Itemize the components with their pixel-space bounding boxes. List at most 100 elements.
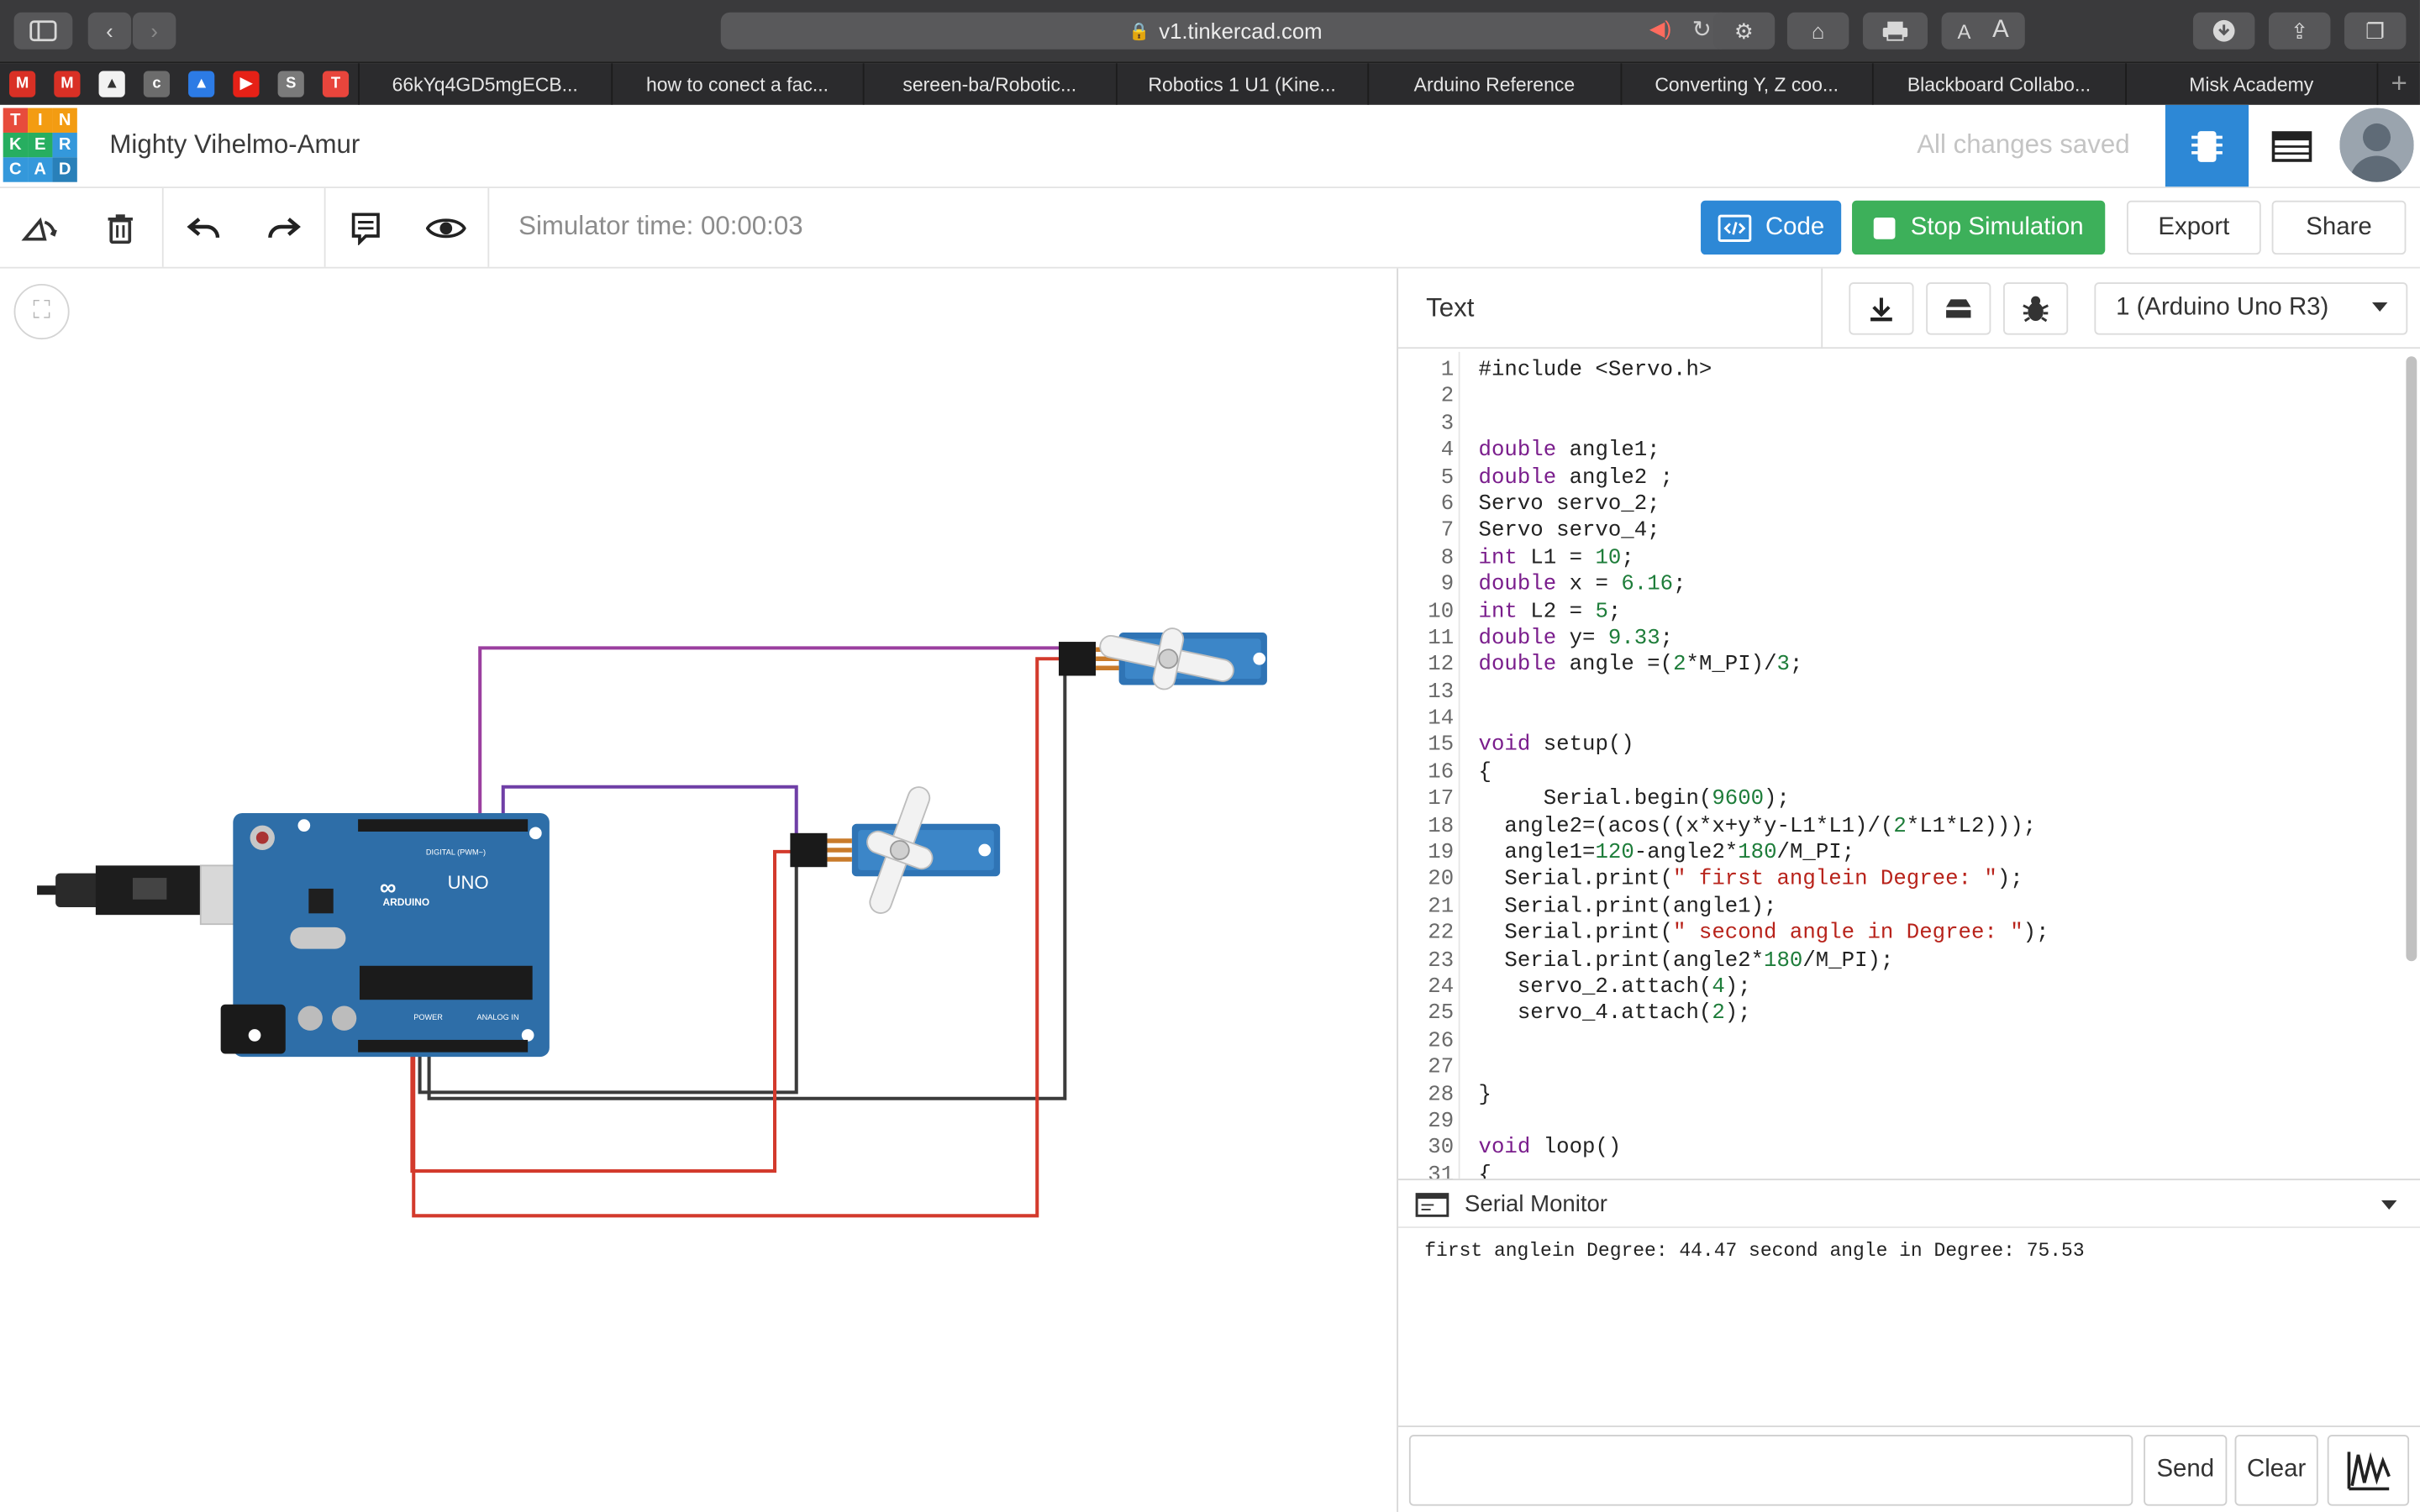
redo-icon[interactable] [244,188,324,267]
graph-toggle-button[interactable] [2327,1435,2410,1506]
table-icon [2271,130,2312,161]
line-number: 3 [1440,411,1455,437]
editor-toolbar: Simulator time: 00:00:03 Code Stop Simul… [0,188,2420,269]
share-page-icon[interactable]: ⇪ [2268,12,2331,50]
serial-input[interactable] [1408,1435,2133,1506]
home-icon[interactable]: ⌂ [1786,12,1849,50]
project-name[interactable]: Mighty Vihelmo-Amur [109,129,360,160]
editor-scrollbar[interactable] [2406,356,2417,962]
code-token: /M_PI); [1802,948,1894,974]
code-text: #include <Servo.h> [1479,358,1712,385]
browser-tab[interactable]: Robotics 1 U1 (Kine... [1115,63,1367,105]
circuit-view-button[interactable] [2165,104,2249,187]
send-button[interactable]: Send [2144,1435,2228,1506]
svg-text:ARDUINO: ARDUINO [383,896,430,908]
delete-icon[interactable] [81,188,161,267]
print-icon[interactable] [1862,12,1928,50]
share-button[interactable]: Share [2271,200,2407,255]
text-size-controls[interactable]: A A [1941,12,2025,50]
gmail-icon-2[interactable]: M [45,63,89,105]
mountain-icon[interactable]: ▲ [90,63,134,105]
stop-simulation-label: Stop Simulation [1910,213,2084,240]
rotate-icon[interactable] [0,188,81,267]
screen: ‹ › 🔒 v1.tinkercad.com ◀) ↻ ⚙ ⌂ A A ⇪ ❐ … [0,0,2420,1512]
code-editor-icon [1718,213,1752,242]
code-mode-selector[interactable]: Text [1426,293,1474,324]
code-token: ; [1660,626,1674,651]
browser-tab[interactable]: sereen-ba/Robotic... [862,63,1115,105]
code-token: angle2 ; [1556,465,1674,491]
code-token: servo_2.attach( [1478,974,1712,1000]
code-line: 4 double angle1; [1398,438,2409,465]
drive-icon[interactable]: ▲ [179,63,224,105]
wire-purple [478,646,1065,816]
code-token: ); [1724,1001,1751,1027]
logo-letter: T [3,108,29,133]
code-token: angle2=(acos((x*x+y*y-L1*L1)/( [1478,814,1894,839]
code-text: { [1479,760,1491,787]
download-code-icon[interactable] [1849,282,1914,335]
browser-tab[interactable]: how to conect a fac... [610,63,862,105]
logo-letter: N [52,108,77,133]
component-list-button[interactable] [2250,105,2333,186]
browser-tab[interactable]: Blackboard Collabo... [1871,63,2124,105]
browser-tab[interactable]: Converting Y, Z coo... [1619,63,1872,105]
notes-icon[interactable] [326,188,407,267]
collapse-serial-chevron-icon[interactable] [2381,1200,2397,1210]
code-token: ; [1789,653,1803,678]
new-tab-icon[interactable]: + [2376,63,2420,105]
code-token: 2 [1712,1001,1725,1027]
code-line: 19 angle1=120-angle2*180/M_PI; [1398,841,2409,868]
reload-icon[interactable]: ↻ [1692,15,1712,43]
tinkercad-logo[interactable]: TINKERCAD [3,108,77,182]
line-number: 4 [1440,438,1455,464]
code-line: 23 Serial.print(angle2*180/M_PI); [1398,948,2409,975]
visibility-icon[interactable] [406,188,487,267]
cisco-icon[interactable]: c [134,63,179,105]
code-token: double [1478,626,1557,651]
code-token: 120 [1595,841,1634,866]
code-button[interactable]: Code [1701,200,1842,255]
code-token: 3 [1776,653,1790,678]
code-token: servo_4.attach( [1478,1001,1712,1027]
address-bar[interactable]: 🔒 v1.tinkercad.com ◀) ↻ [720,12,1730,50]
sidebar-toggle-icon[interactable] [13,12,73,50]
back-icon[interactable]: ‹ [87,12,132,50]
line-number: 30 [1428,1136,1455,1161]
stop-simulation-button[interactable]: Stop Simulation [1852,200,2106,255]
browser-tab[interactable]: 66kYq4GD5mgECB... [358,63,610,105]
tinkercad-icon[interactable]: T [313,63,358,105]
s-icon[interactable]: S [269,63,313,105]
settings-gear-icon[interactable]: ⚙ [1712,12,1776,50]
code-token: ; [1621,545,1634,571]
device-select[interactable]: 1 (Arduino Uno R3) [2094,282,2408,335]
gmail-icon[interactable]: M [0,63,45,105]
debugger-bug-icon[interactable] [2003,282,2069,335]
code-token: ); [1724,974,1751,1000]
library-icon[interactable] [1926,282,1991,335]
downloads-icon[interactable] [2192,12,2255,50]
clear-button[interactable]: Clear [2234,1435,2318,1506]
undo-icon[interactable] [164,188,245,267]
forward-icon[interactable]: › [132,12,176,50]
text-smaller-button[interactable]: A [1958,19,1971,43]
audio-playing-icon[interactable]: ◀) [1649,17,1671,41]
text-larger-button[interactable]: A [1992,17,2009,45]
logo-letter: C [3,157,29,182]
user-avatar[interactable] [2339,108,2414,182]
code-editor[interactable]: 1 #include <Servo.h> 2 3 4 double angle1; 5 dou… [1398,351,2420,1179]
browser-toolbar: ‹ › 🔒 v1.tinkercad.com ◀) ↻ ⚙ ⌂ A A ⇪ ❐ [0,0,2420,64]
code-line: 24 servo_2.attach(4); [1398,975,2409,1002]
code-token: 2 [1673,653,1686,678]
code-line: 26 [1398,1029,2409,1056]
line-number: 24 [1428,974,1455,1000]
code-text: Servo servo_2; [1479,492,1660,519]
code-token: double [1478,572,1557,598]
circuit-canvas[interactable]: ⛶ ∞ ARDUINO UNO DIGITAL (PWM~) POWER ANA… [0,268,1397,1512]
browser-tab[interactable]: Arduino Reference [1367,63,1619,105]
serial-monitor-header[interactable]: Serial Monitor [1398,1179,2420,1229]
youtube-icon[interactable]: ▶ [224,63,268,105]
tab-overview-icon[interactable]: ❐ [2344,12,2407,50]
browser-tab[interactable]: Misk Academy [2124,63,2376,105]
export-button[interactable]: Export [2126,200,2261,255]
